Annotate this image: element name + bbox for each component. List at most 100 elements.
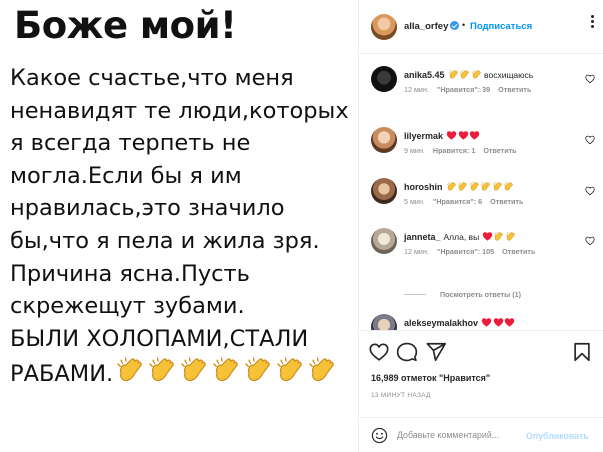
- like-comment-icon[interactable]: [585, 74, 595, 84]
- comment-text: восхищаюсь: [484, 70, 534, 80]
- avatar[interactable]: [371, 127, 397, 153]
- add-comment-bar: Опубликовать: [359, 417, 603, 452]
- clap-emoji-icon: [307, 355, 337, 385]
- post-text-line: БЫЛИ ХОЛОПАМИ,СТАЛИ: [10, 325, 309, 352]
- comment-text-line: anika5.45 восхищаюсь: [404, 69, 533, 80]
- avatar[interactable]: [371, 14, 397, 40]
- like-comment-icon[interactable]: [585, 186, 595, 196]
- heart-emoji-icon: [446, 130, 457, 141]
- comment-meta: 5 мин. "Нравится": 6 Ответить: [404, 197, 531, 206]
- header-username-text[interactable]: alla_orfey: [404, 21, 448, 32]
- heart-emoji-icon: [504, 317, 515, 328]
- comment-likes[interactable]: "Нравится": 6: [433, 197, 482, 206]
- clap-emoji-icon: [480, 181, 491, 192]
- publish-button[interactable]: Опубликовать: [526, 431, 589, 441]
- post-text-line-last: РАБАМИ.: [10, 355, 356, 391]
- like-comment-icon[interactable]: [585, 135, 595, 145]
- comment-meta: 9 мин. Нравится: 1 Ответить: [404, 146, 525, 155]
- post-text-final-word: РАБАМИ.: [10, 361, 114, 388]
- view-replies-label[interactable]: Посмотреть ответы (1): [440, 290, 521, 299]
- post-text-line: скрежещут зубами.: [10, 293, 245, 320]
- reply-button[interactable]: Ответить: [502, 247, 535, 256]
- header-username[interactable]: alla_orfey: [404, 21, 460, 32]
- like-comment-icon[interactable]: [585, 236, 595, 246]
- comment-username[interactable]: lilyermak: [404, 131, 443, 141]
- follow-button[interactable]: Подписаться: [470, 21, 532, 32]
- post-text-line: я всегда терпеть не: [10, 130, 251, 157]
- comment-username[interactable]: alekseymalakhov: [404, 318, 478, 328]
- comment-username[interactable]: anika5.45: [404, 70, 445, 80]
- clap-emoji-icon: [448, 69, 459, 80]
- comment-emojis: [482, 231, 516, 242]
- clap-emoji-icon: [503, 181, 514, 192]
- like-icon[interactable]: [368, 341, 390, 363]
- clap-emoji-icon: [147, 355, 177, 385]
- clap-emoji-row: [115, 355, 337, 385]
- post-image-text: Какое счастье,что меня ненавидят те люди…: [10, 62, 356, 391]
- post-side-panel: alla_orfey • Подписаться anika5.45 восхи…: [359, 0, 603, 452]
- comment-time[interactable]: 5 мин.: [404, 197, 425, 206]
- comment-emojis: [446, 130, 480, 141]
- comment-likes[interactable]: Нравится: 1: [433, 146, 475, 155]
- comment-likes[interactable]: "Нравится": 39: [437, 85, 490, 94]
- verified-badge-icon: [450, 21, 460, 30]
- reply-button[interactable]: Ответить: [498, 85, 531, 94]
- comment-icon[interactable]: [396, 341, 418, 363]
- clap-emoji-icon: [493, 231, 504, 242]
- reply-button[interactable]: Ответить: [490, 197, 523, 206]
- clap-emoji-icon: [457, 181, 468, 192]
- post-text-line: бы,что я пела и жила зря.: [10, 227, 320, 254]
- share-icon[interactable]: [425, 341, 447, 363]
- post-image-title: Боже мой!: [14, 4, 237, 47]
- post-text-line: Какое счастье,что меня: [10, 65, 294, 91]
- avatar[interactable]: [371, 66, 397, 92]
- comment-item: anika5.45 восхищаюсь 12 мин. "Нравится": …: [359, 66, 603, 110]
- clap-emoji-icon: [492, 181, 503, 192]
- header-separator: •: [462, 20, 466, 30]
- comment-meta: 12 мин. "Нравится": 39 Ответить: [404, 85, 539, 94]
- post-text-line: ненавидят те люди,которых: [10, 97, 349, 124]
- comment-input[interactable]: [397, 426, 525, 444]
- comment-username[interactable]: janneta_: [404, 232, 441, 242]
- avatar[interactable]: [371, 228, 397, 254]
- clap-emoji-icon: [243, 355, 273, 385]
- comment-text-line: lilyermak: [404, 130, 480, 141]
- comment-item: lilyermak 9 мин. Нравится: 1 Ответить: [359, 127, 603, 171]
- comment-time[interactable]: 12 мин.: [404, 247, 429, 256]
- comment-text: Алла, вы: [443, 232, 480, 242]
- save-icon[interactable]: [571, 341, 593, 363]
- view-replies-button[interactable]: Посмотреть ответы (1): [404, 290, 521, 299]
- emoji-smile-icon[interactable]: [371, 427, 388, 444]
- post-text-line: могла.Если бы я им: [10, 162, 242, 189]
- avatar[interactable]: [371, 314, 397, 330]
- heart-emoji-icon: [469, 130, 480, 141]
- clap-emoji-icon: [275, 355, 305, 385]
- post-header: alla_orfey • Подписаться: [359, 0, 603, 54]
- comment-item: janneta_ Алла, вы 12 мин. "Нравится": 105 О…: [359, 228, 603, 272]
- comment-meta: 12 мин. "Нравится": 105 Ответить: [404, 247, 543, 256]
- comment-emojis: [448, 69, 482, 80]
- post-actions: 16,989 отметок "Нравится" 13 МИНУТ НАЗАД: [359, 330, 603, 422]
- avatar[interactable]: [371, 178, 397, 204]
- clap-emoji-icon: [115, 355, 145, 385]
- comment-time[interactable]: 9 мин.: [404, 146, 425, 155]
- reply-button[interactable]: Ответить: [483, 146, 516, 155]
- post-image[interactable]: Боже мой! Какое счастье,что меня ненавид…: [0, 0, 358, 452]
- comment-emojis: [446, 181, 515, 192]
- clap-emoji-icon: [179, 355, 209, 385]
- comment-text-line: janneta_ Алла, вы: [404, 231, 516, 242]
- comment-username[interactable]: horoshin: [404, 182, 443, 192]
- clap-emoji-icon: [211, 355, 241, 385]
- post-text-line: Причина ясна.Пусть: [10, 260, 250, 287]
- comment-likes[interactable]: "Нравится": 105: [437, 247, 494, 256]
- post-time-ago[interactable]: 13 МИНУТ НАЗАД: [371, 392, 431, 399]
- comment-time[interactable]: 12 мин.: [404, 85, 429, 94]
- heart-emoji-icon: [458, 130, 469, 141]
- comment-text-line: horoshin: [404, 181, 514, 192]
- comment-item: horoshin 5 мин. "Нравится": 6 Ответить: [359, 178, 603, 222]
- clap-emoji-icon: [471, 69, 482, 80]
- clap-emoji-icon: [446, 181, 457, 192]
- more-options-icon[interactable]: [589, 13, 595, 35]
- likes-count[interactable]: 16,989 отметок "Нравится": [371, 373, 490, 383]
- clap-emoji-icon: [459, 69, 470, 80]
